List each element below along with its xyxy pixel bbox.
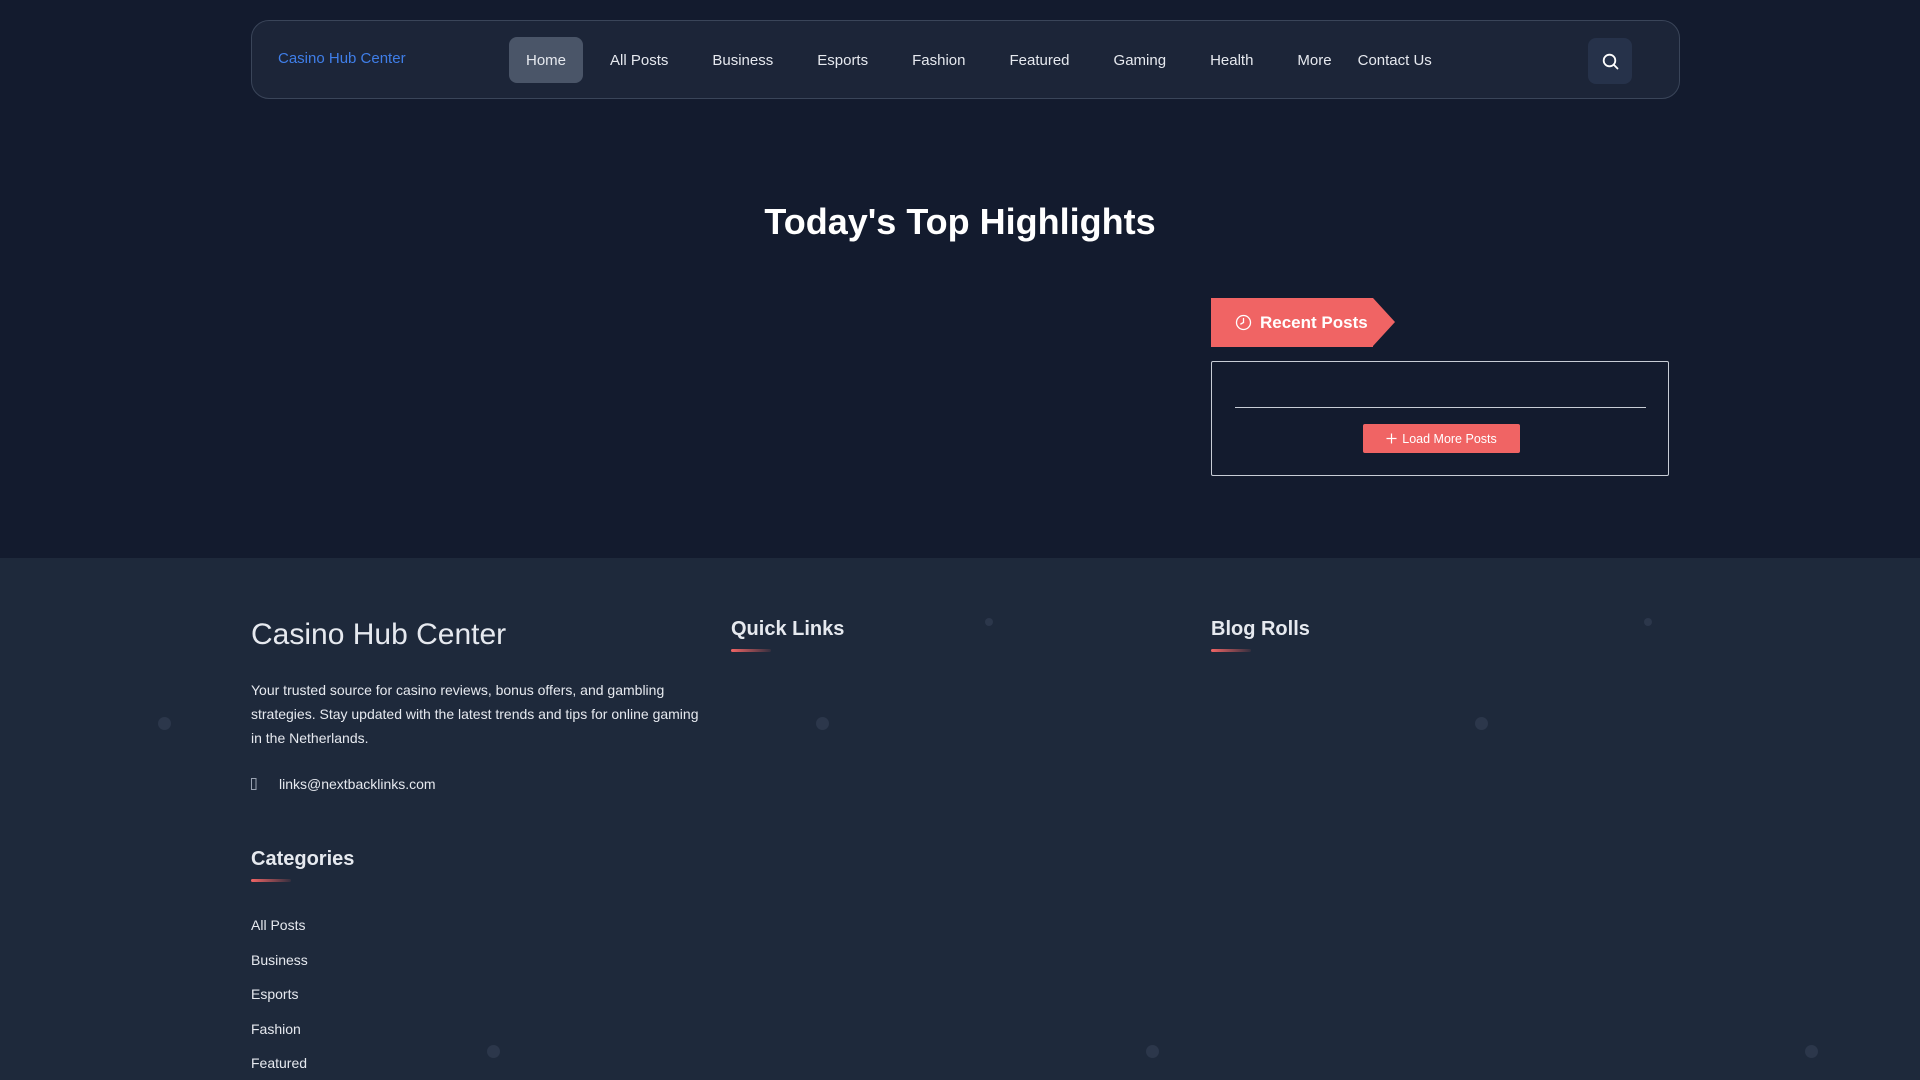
nav-item-more[interactable]: More bbox=[1280, 37, 1344, 83]
category-link-esports[interactable]: Esports bbox=[251, 977, 308, 1012]
clock-icon bbox=[1235, 314, 1252, 331]
page-title: Today's Top Highlights bbox=[764, 201, 1156, 242]
category-link-featured[interactable]: Featured bbox=[251, 1046, 308, 1080]
blog-rolls-heading: Blog Rolls bbox=[1211, 618, 1310, 640]
decorative-dot bbox=[158, 717, 171, 730]
category-link-all-posts[interactable]: All Posts bbox=[251, 908, 308, 943]
heading-underline bbox=[731, 649, 771, 652]
nav-item-home[interactable]: Home bbox=[509, 37, 584, 83]
decorative-dot bbox=[816, 717, 829, 730]
load-more-button[interactable]: Load More Posts bbox=[1363, 424, 1520, 453]
decorative-dot bbox=[487, 1045, 500, 1058]
divider bbox=[1235, 407, 1646, 408]
footer-brand: Casino Hub Center bbox=[251, 618, 507, 651]
footer-email: links@nextbacklinks.com bbox=[279, 776, 436, 792]
footer-description: Your trusted source for casino reviews, … bbox=[251, 682, 699, 746]
recent-posts-label: Recent Posts bbox=[1260, 312, 1368, 332]
heading-underline bbox=[1211, 649, 1251, 652]
site-header: Casino Hub Center Home All Posts Busines… bbox=[251, 20, 1680, 99]
site-logo[interactable]: Casino Hub Center bbox=[278, 50, 406, 67]
nav-item-featured[interactable]: Featured bbox=[992, 37, 1086, 83]
category-link-fashion[interactable]: Fashion bbox=[251, 1012, 308, 1047]
nav-item-gaming[interactable]: Gaming bbox=[1097, 37, 1184, 83]
main-nav: Home All Posts Business Esports Fashion … bbox=[509, 37, 1455, 83]
search-icon bbox=[1602, 53, 1618, 69]
plus-icon bbox=[1386, 433, 1397, 444]
nav-item-contact-us[interactable]: Contact Us bbox=[1345, 37, 1445, 83]
nav-item-fashion[interactable]: Fashion bbox=[895, 37, 982, 83]
nav-item-health[interactable]: Health bbox=[1193, 37, 1270, 83]
site-footer: Casino Hub Center Your trusted source fo… bbox=[0, 558, 1920, 1080]
envelope-icon bbox=[251, 778, 257, 790]
categories-list: All Posts Business Esports Fashion Featu… bbox=[251, 908, 308, 1080]
decorative-dot bbox=[1146, 1045, 1159, 1058]
quick-links-heading: Quick Links bbox=[731, 618, 845, 640]
search-button[interactable] bbox=[1588, 38, 1632, 84]
category-link-business[interactable]: Business bbox=[251, 943, 308, 978]
nav-item-business[interactable]: Business bbox=[695, 37, 790, 83]
decorative-dot bbox=[1475, 717, 1488, 730]
recent-posts-tab: Recent Posts bbox=[1211, 298, 1395, 347]
load-more-label: Load More Posts bbox=[1402, 431, 1497, 446]
decorative-dot bbox=[1805, 1045, 1818, 1058]
nav-item-all-posts[interactable]: All Posts bbox=[593, 37, 685, 83]
decorative-dot bbox=[1644, 618, 1652, 626]
heading-underline bbox=[251, 879, 291, 882]
recent-posts-box: Load More Posts bbox=[1211, 361, 1669, 476]
footer-email-link[interactable]: links@nextbacklinks.com bbox=[251, 776, 436, 792]
nav-item-esports[interactable]: Esports bbox=[800, 37, 885, 83]
categories-heading: Categories bbox=[251, 848, 355, 870]
decorative-dot bbox=[985, 618, 993, 626]
